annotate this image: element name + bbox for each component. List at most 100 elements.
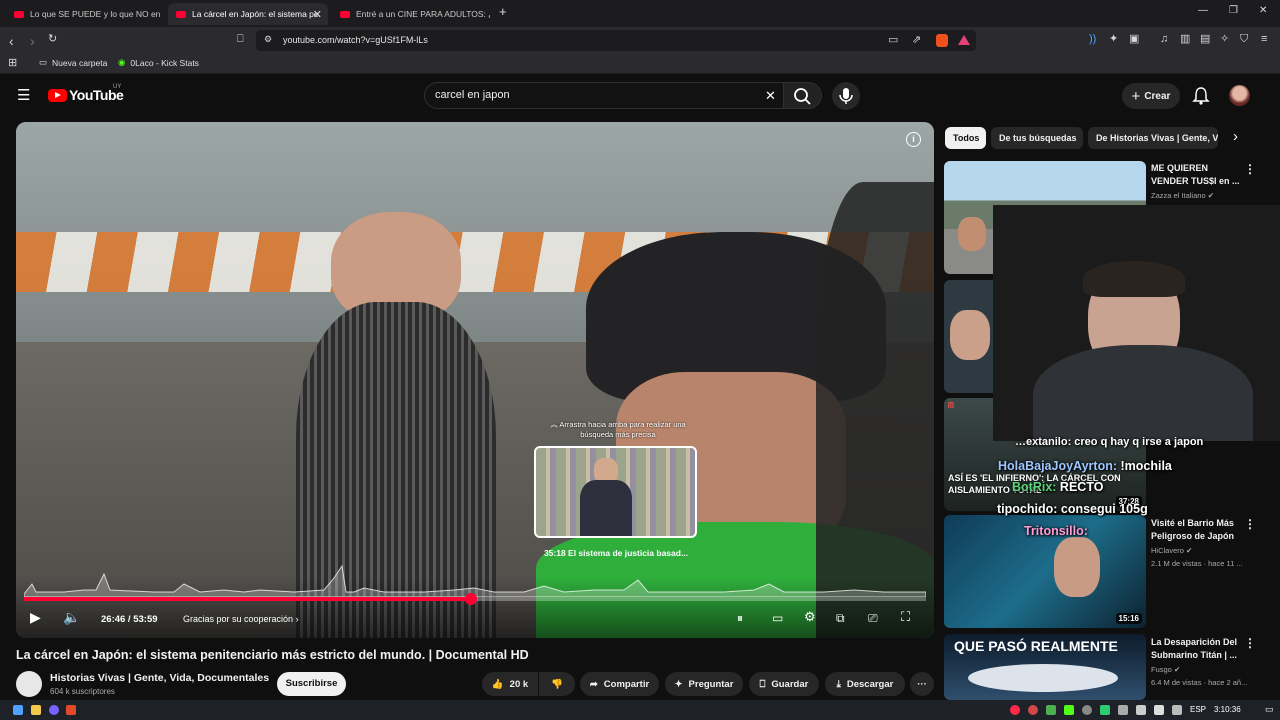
brave-rewards-icon[interactable]	[958, 35, 970, 45]
volume-icon[interactable]	[1154, 705, 1164, 715]
channel-name[interactable]: Historias Vivas | Gente, Vida, Documenta…	[50, 672, 269, 684]
save-button[interactable]: ⎕ Guardar	[749, 672, 819, 696]
create-button[interactable]: + Crear	[1122, 83, 1180, 109]
search-input[interactable]: carcel en japon ✕	[424, 82, 784, 109]
brave-browser-icon[interactable]	[66, 705, 76, 715]
notifications-bell-icon[interactable]	[1192, 86, 1210, 106]
tray-icon[interactable]	[1028, 705, 1038, 715]
most-replayed-graph	[24, 564, 926, 597]
tray-icon[interactable]	[1064, 705, 1074, 715]
voice-search-button[interactable]	[832, 82, 860, 110]
share-button[interactable]: ➦ Compartir	[580, 672, 659, 696]
cast-icon[interactable]: ⎚	[868, 612, 878, 624]
bookmark-icon[interactable]: ⎕	[237, 34, 244, 45]
tray-icon[interactable]	[1118, 705, 1128, 715]
browser-tab-2[interactable]: La cárcel en Japón: el sistema pe ✕	[168, 3, 328, 25]
restore-icon[interactable]: ❐	[1229, 5, 1238, 16]
notifications-icon[interactable]: ▭	[1265, 704, 1274, 715]
chip-de-tus-busquedas[interactable]: De tus búsquedas	[991, 127, 1083, 149]
leo-ai-icon[interactable]: ✧	[1220, 34, 1229, 45]
site-info-icon[interactable]: ⚙	[264, 35, 272, 44]
windows-start-icon[interactable]	[13, 705, 23, 715]
info-icon[interactable]: i	[906, 132, 921, 147]
more-actions-button[interactable]: ···	[910, 672, 934, 696]
duration-badge: 15:16	[1115, 613, 1142, 624]
browser-tab-3[interactable]: Entré a un CINE PARA ADULTOS: ¿Cóm	[332, 3, 490, 25]
play-icon[interactable]: ▶	[30, 610, 41, 624]
video-player[interactable]: i ︽ Arrastra hacia arriba para realizar …	[16, 122, 934, 638]
related-video-channel[interactable]: Fusgo ✔	[1151, 665, 1180, 674]
youtube-logo-icon[interactable]	[48, 89, 67, 102]
like-button[interactable]: 👍 20 k	[482, 672, 538, 696]
channel-avatar[interactable]	[16, 671, 42, 697]
subscribe-button[interactable]: Suscribirse	[277, 672, 346, 696]
close-tab-icon[interactable]: ✕	[313, 8, 322, 21]
dislike-button[interactable]: 👎	[539, 672, 575, 696]
close-window-icon[interactable]: ✕	[1259, 5, 1267, 16]
youtube-favicon-icon	[176, 10, 186, 18]
search-button[interactable]	[784, 82, 822, 109]
more-vertical-icon[interactable]: ⋮	[1244, 162, 1256, 176]
minimize-icon[interactable]: —	[1198, 5, 1208, 16]
extensions-icon[interactable]: ✦	[1109, 34, 1118, 45]
chat-message: tipochido: consegui 105g	[997, 502, 1148, 516]
chapter-button[interactable]: Gracias por su cooperación ›	[183, 614, 299, 624]
settings-gear-icon[interactable]: ⚙	[804, 610, 816, 623]
save-label: Guardar	[771, 678, 809, 690]
share-icon[interactable]: ⇗	[912, 35, 921, 46]
app-icon[interactable]	[49, 705, 59, 715]
file-explorer-icon[interactable]	[31, 705, 41, 715]
language-indicator[interactable]: ESP	[1190, 705, 1206, 714]
related-video-title[interactable]: La Desaparición Del Submarino Titán | ..…	[1151, 636, 1241, 662]
related-video-channel[interactable]: HiClavero ✔	[1151, 546, 1192, 555]
related-video-title[interactable]: ME QUIEREN VENDER TUS$I en ...	[1151, 162, 1241, 188]
user-avatar[interactable]	[1229, 85, 1250, 106]
tray-icon[interactable]	[1082, 705, 1092, 715]
back-icon[interactable]: ‹	[9, 34, 14, 48]
bookmark-nueva-carpeta[interactable]: ▭ Nueva carpeta	[39, 57, 107, 68]
subtitles-icon[interactable]: ▭	[772, 612, 783, 624]
chevron-right-icon[interactable]: ›	[1233, 128, 1238, 145]
fullscreen-icon[interactable]: ⛶	[901, 610, 910, 623]
browser-tab-1[interactable]: Lo que SE PUEDE y lo que NO en	[6, 3, 164, 25]
music-icon[interactable]: ♫	[1160, 34, 1168, 45]
cast-icon[interactable]: ▭	[888, 35, 898, 46]
related-video-title[interactable]: Visité el Barrio Más Peligroso de Japón	[1151, 517, 1241, 543]
wallet2-icon[interactable]: ▤	[1200, 34, 1210, 45]
hamburger-menu-icon[interactable]: ☰	[17, 86, 30, 104]
wifi-icon[interactable]	[1136, 705, 1146, 715]
os-taskbar: ESP 3:10:36 ▭	[0, 700, 1280, 720]
system-clock[interactable]: 3:10:36	[1214, 705, 1241, 714]
video-title: La cárcel en Japón: el sistema penitenci…	[16, 648, 529, 662]
tray-icon[interactable]	[1100, 705, 1110, 715]
related-video-thumbnail[interactable]: QUE PASÓ REALMENTE	[944, 634, 1146, 700]
chip-todos[interactable]: Todos	[945, 127, 986, 149]
volume-icon[interactable]: 🔈	[63, 610, 80, 624]
clear-search-icon[interactable]: ✕	[765, 83, 776, 108]
more-vertical-icon[interactable]: ⋮	[1244, 636, 1256, 650]
bookmark-kick-stats[interactable]: ◉ 0Laco - Kick Stats	[118, 57, 199, 68]
chip-de-historias-vivas[interactable]: De Historias Vivas | Gente, Vi	[1088, 127, 1218, 149]
url-field[interactable]: ⚙ youtube.com/watch?v=gUSf1FM-lLs ▭ ⇗	[256, 30, 976, 51]
forward-icon[interactable]: ›	[30, 34, 35, 48]
tray-icon[interactable]	[1046, 705, 1056, 715]
ask-button[interactable]: ✦ Preguntar	[665, 672, 743, 696]
new-tab-icon[interactable]: +	[499, 4, 507, 19]
battery-icon[interactable]	[1172, 705, 1182, 715]
menu-icon[interactable]: ≡	[1261, 34, 1267, 45]
apps-grid-icon[interactable]: ⊞	[8, 58, 17, 69]
tray-icon[interactable]	[1010, 705, 1020, 715]
related-video-channel[interactable]: Zazza el Italiano ✔	[1151, 191, 1214, 200]
audio-icon[interactable]: ))	[1089, 34, 1096, 45]
ask-label: Preguntar	[688, 678, 734, 690]
verified-icon: ✔	[1186, 546, 1193, 555]
sidebar-icon[interactable]: ▥	[1180, 34, 1190, 45]
miniplayer-icon[interactable]: ⧉	[836, 612, 845, 624]
more-vertical-icon[interactable]: ⋮	[1244, 517, 1256, 531]
brave-shield-icon[interactable]	[936, 34, 948, 47]
wallet-icon[interactable]: ▣	[1129, 34, 1139, 45]
vpn-icon[interactable]: ⛉	[1240, 34, 1248, 45]
autoplay-toggle-icon[interactable]: ⏸	[737, 612, 743, 624]
download-button[interactable]: ⤓ Descargar	[825, 672, 905, 696]
reload-icon[interactable]: ↻	[48, 34, 57, 45]
